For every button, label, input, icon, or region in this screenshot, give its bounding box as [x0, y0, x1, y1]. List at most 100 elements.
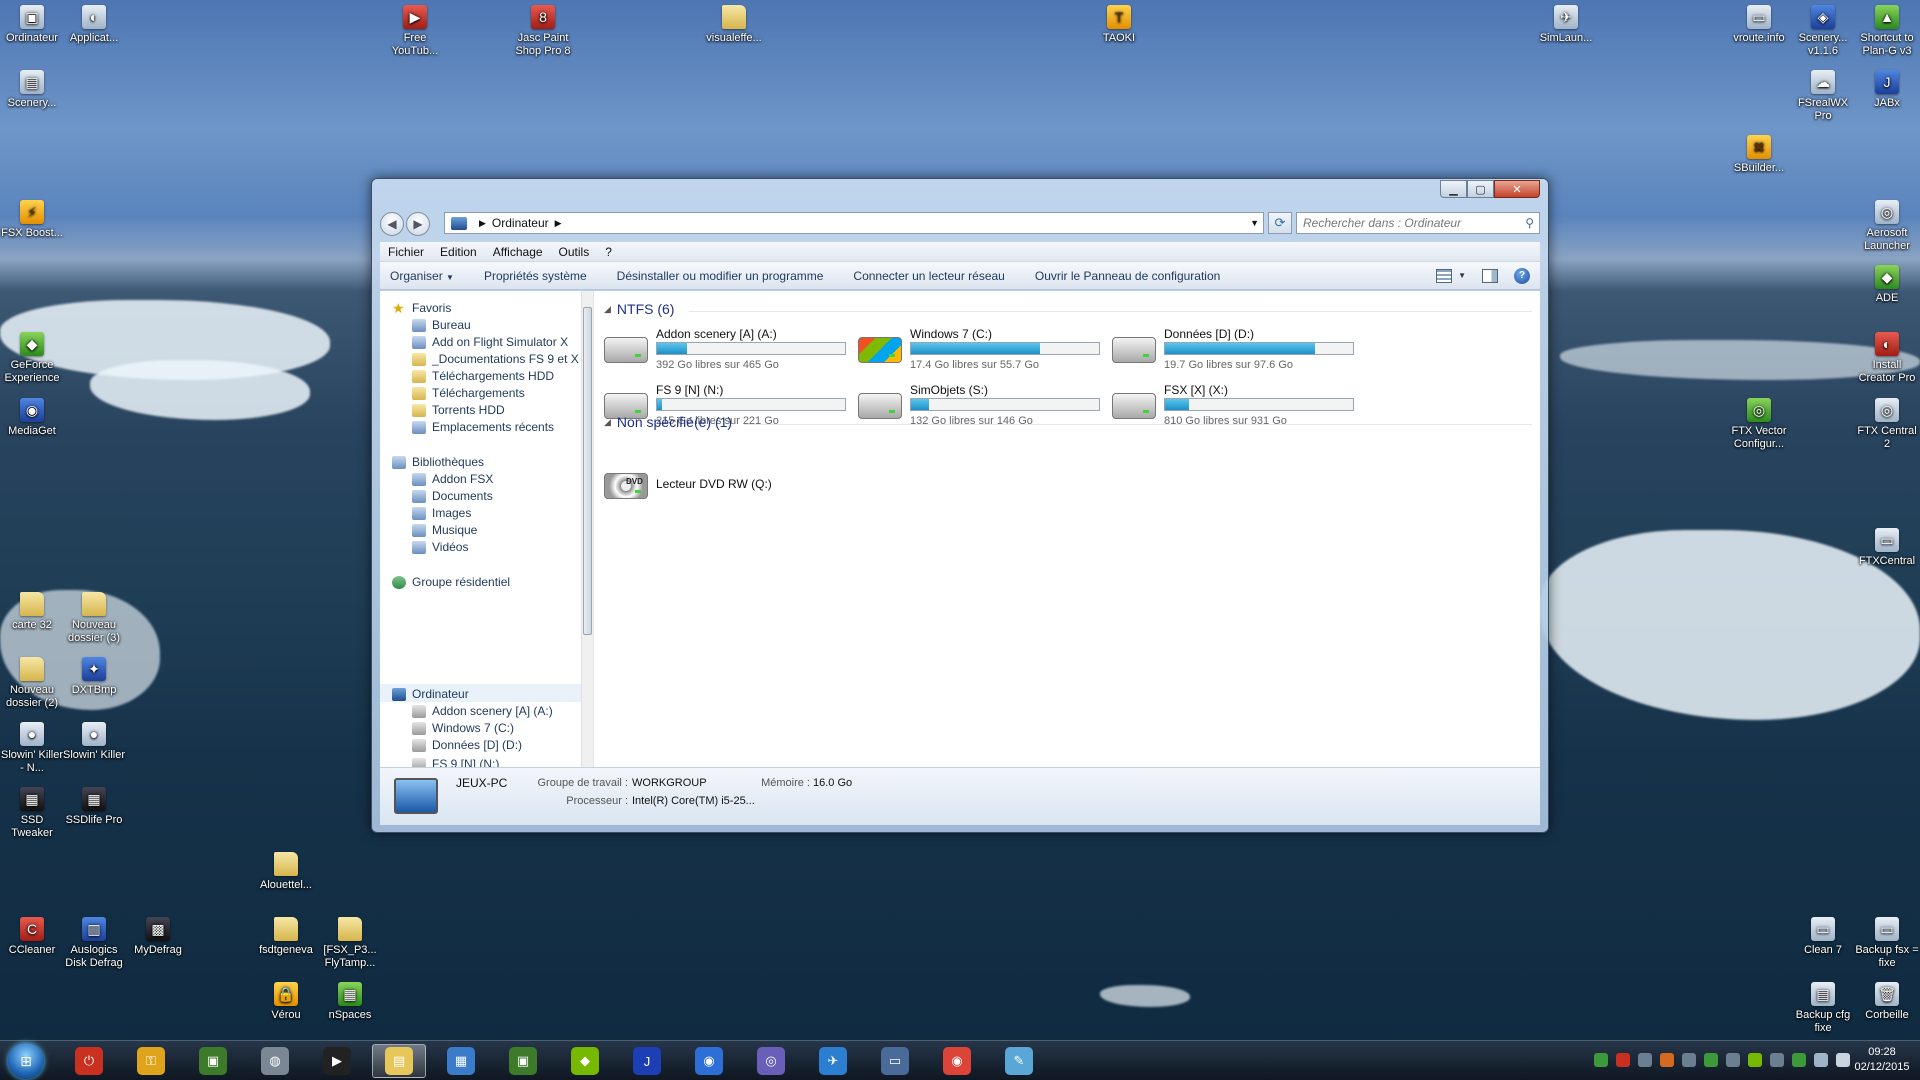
nav-item-drive-n[interactable]: FS 9 [N] (N:) [412, 757, 499, 767]
search-input[interactable]: Rechercher dans : Ordinateur ⚲ [1296, 212, 1540, 234]
taskbar-button-power-app[interactable]: ⏻ [62, 1044, 116, 1078]
desktop-icon[interactable]: ▦ SSD Tweaker [0, 787, 64, 840]
tray-icon[interactable] [1748, 1053, 1762, 1067]
desktop-icon[interactable]: fsdtgeneva [254, 917, 318, 957]
desktop-icon[interactable]: ⚡ FSX Boost... [0, 200, 64, 240]
desktop-icon[interactable]: ▲ Shortcut to Plan-G v3 [1855, 5, 1919, 58]
nav-item-drive-c[interactable]: Windows 7 (C:) [412, 721, 514, 735]
desktop-icon[interactable]: carte 32 [0, 592, 64, 632]
desktop-icon[interactable]: J JABx [1855, 70, 1919, 110]
desktop-icon[interactable]: ✈ SimLaun... [1534, 5, 1598, 45]
drive-tile[interactable]: Windows 7 (C:) 17.4 Go libres sur 55.7 Go [858, 327, 1108, 377]
desktop-icon[interactable]: ● Slowin' Killer - N... [0, 722, 64, 775]
taskbar-button-disc-app[interactable]: ◎ [744, 1044, 798, 1078]
nav-item-videos[interactable]: Vidéos [412, 540, 468, 554]
desktop-icon[interactable]: [FSX_P3... FlyTamp... [318, 917, 382, 970]
tray-icon[interactable] [1594, 1053, 1608, 1067]
desktop-icon[interactable]: ▣ Ordinateur [0, 5, 64, 45]
desktop-icon[interactable]: ◎ FTX Vector Configur... [1727, 398, 1791, 451]
nav-item-documents[interactable]: Documents [412, 489, 493, 503]
start-button[interactable]: ⊞ [8, 1043, 44, 1079]
nav-item-telechargements[interactable]: Téléchargements [412, 386, 525, 400]
desktop-icon[interactable]: ☁ FSrealWX Pro [1791, 70, 1855, 123]
nav-item-drive-a[interactable]: Addon scenery [A] (A:) [412, 704, 553, 718]
menu-fichier[interactable]: Fichier [380, 245, 432, 259]
taskbar-button-jabx-app[interactable]: J [620, 1044, 674, 1078]
taskbar-button-globe-app[interactable]: ◉ [682, 1044, 736, 1078]
drive-tile[interactable]: FSX [X] (X:) 810 Go libres sur 931 Go [1112, 383, 1362, 433]
desktop-icon[interactable]: Alouettel... [254, 852, 318, 892]
nav-computer[interactable]: Ordinateur [392, 687, 469, 701]
chevron-down-icon[interactable]: ▼ [1458, 271, 1466, 280]
nav-item-drive-d[interactable]: Données [D] (D:) [412, 738, 522, 752]
breadcrumb-arrow-icon[interactable]: ▶ [555, 218, 562, 229]
back-button[interactable]: ◀ [380, 212, 404, 236]
desktop-icon[interactable]: C CCleaner [0, 917, 64, 957]
desktop-icon[interactable]: ◎ Aerosoft Launcher [1855, 200, 1919, 253]
nav-item-telechargements-hdd[interactable]: Téléchargements HDD [412, 369, 554, 383]
menu-affichage[interactable]: Affichage [485, 245, 551, 259]
nav-homegroup[interactable]: Groupe résidentiel [392, 575, 510, 589]
nav-item-images[interactable]: Images [412, 506, 471, 520]
desktop-icon[interactable]: ✦ DXTBmp [62, 657, 126, 697]
minimize-button[interactable]: ▁ [1440, 180, 1467, 198]
clock[interactable]: 09:28 02/12/2015 [1854, 1045, 1910, 1075]
taskbar-button-gpu-app[interactable]: ▣ [496, 1044, 550, 1078]
collapse-triangle-icon[interactable]: ◢ [604, 304, 611, 315]
desktop-icon[interactable]: 🔒 Vérou [254, 982, 318, 1022]
desktop-icon[interactable]: ◆ ADE [1855, 265, 1919, 305]
tray-icon[interactable] [1770, 1053, 1784, 1067]
desktop-icon[interactable]: ▦ nSpaces [318, 982, 382, 1022]
desktop-icon[interactable]: Nouveau dossier (3) [62, 592, 126, 645]
taskbar-button-window-app[interactable]: ▭ [868, 1044, 922, 1078]
tray-icon[interactable] [1660, 1053, 1674, 1067]
desktop-icon[interactable]: ▭ Backup fsx = fixe [1855, 917, 1919, 970]
drive-tile[interactable]: Addon scenery [A] (A:) 392 Go libres sur … [604, 327, 854, 377]
chevron-down-icon[interactable]: ▼ [1250, 218, 1259, 228]
uninstall-program-button[interactable]: Désinstaller ou modifier un programme [602, 269, 839, 283]
address-bar[interactable]: ▶ Ordinateur ▶ ▼ [444, 212, 1264, 234]
tray-icon[interactable] [1616, 1053, 1630, 1067]
desktop-icon[interactable]: ▦ SSDlife Pro [62, 787, 126, 827]
nav-scrollbar-thumb[interactable] [583, 307, 592, 635]
desktop-icon[interactable]: ▭ Clean 7 [1791, 917, 1855, 957]
nav-item-recent[interactable]: Emplacements récents [412, 420, 554, 434]
desktop-icon[interactable]: ▤ Backup cfg fixe [1791, 982, 1855, 1035]
refresh-button[interactable]: ⟳ [1268, 212, 1292, 234]
desktop-icon[interactable]: ● Slowin' Killer [62, 722, 126, 762]
organize-button[interactable]: Organiser ▼ [380, 269, 469, 283]
menu-outils[interactable]: Outils [551, 245, 598, 259]
dvd-drive[interactable]: DVD Lecteur DVD RW (Q:) [604, 463, 854, 513]
help-icon[interactable]: ? [1514, 267, 1530, 284]
taskbar-button-chrome-app[interactable]: ◉ [930, 1044, 984, 1078]
system-properties-button[interactable]: Propriétés système [469, 269, 602, 283]
desktop-icon[interactable]: ◐ Install Creator Pro [1855, 332, 1919, 385]
taskbar-button-monitor-app[interactable]: ▣ [186, 1044, 240, 1078]
desktop-icon[interactable]: ◆ GeForce Experience [0, 332, 64, 385]
taskbar-button-explorer[interactable]: ▤ [372, 1044, 426, 1078]
view-options-icon[interactable] [1436, 268, 1453, 283]
desktop-icon[interactable]: 8 Jasc Paint Shop Pro 8 [511, 5, 575, 58]
close-button[interactable]: ✕ [1494, 180, 1540, 198]
desktop-icon[interactable]: ▥ Auslogics Disk Defrag [62, 917, 126, 970]
drive-tile[interactable]: Données [D] (D:) 19.7 Go libres sur 97.6 … [1112, 327, 1362, 377]
desktop-icon[interactable]: Nouveau dossier (2) [0, 657, 64, 710]
desktop-icon[interactable]: ◐ Applicat... [62, 5, 126, 45]
taskbar-button-steam-app[interactable]: ◍ [248, 1044, 302, 1078]
desktop-icon[interactable]: ▭ FTXCentral [1855, 528, 1919, 568]
breadcrumb-location[interactable]: Ordinateur [492, 216, 549, 230]
nav-item-musique[interactable]: Musique [412, 523, 477, 537]
desktop-icon[interactable]: T TAOKI [1087, 5, 1151, 45]
collapse-triangle-icon[interactable]: ◢ [604, 417, 611, 428]
desktop-icon[interactable]: ◈ Scenery... v1.1.6 [1791, 5, 1855, 58]
tray-icon[interactable] [1704, 1053, 1718, 1067]
tray-icon[interactable] [1726, 1053, 1740, 1067]
desktop-icon[interactable]: ✖ SBuilder... [1727, 135, 1791, 175]
search-icon[interactable]: ⚲ [1525, 216, 1534, 230]
tray-icon[interactable] [1792, 1053, 1806, 1067]
taskbar-button-keys-app[interactable]: ⚿ [124, 1044, 178, 1078]
tray-icon[interactable] [1638, 1053, 1652, 1067]
nav-item-documentations[interactable]: _Documentations FS 9 et X [412, 352, 579, 366]
desktop-icon[interactable]: 🗑 Corbeille [1855, 982, 1919, 1022]
desktop-icon[interactable]: ◉ MediaGet [0, 398, 64, 438]
